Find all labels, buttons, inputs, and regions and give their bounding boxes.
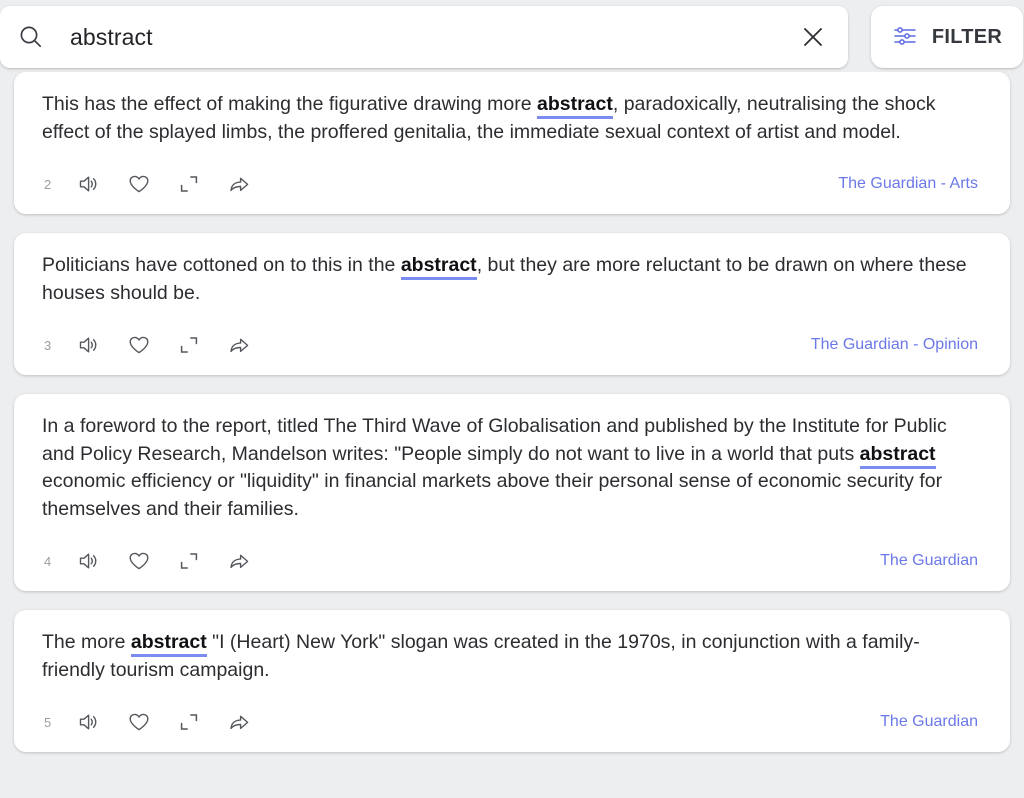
- speaker-icon[interactable]: [64, 328, 114, 362]
- speaker-icon[interactable]: [64, 705, 114, 739]
- result-card-3[interactable]: Politicians have cottoned on to this in …: [14, 233, 1010, 375]
- result-source[interactable]: The Guardian - Opinion: [811, 336, 982, 354]
- sentence-suffix: economic efficiency or "liquidity" in fi…: [42, 470, 942, 520]
- result-sentence: Politicians have cottoned on to this in …: [42, 252, 982, 307]
- keyword-highlight: abstract: [401, 254, 477, 280]
- result-index: 5: [42, 715, 64, 730]
- sentence-prefix: The more: [42, 631, 131, 653]
- speaker-icon[interactable]: [64, 167, 114, 201]
- card-actions: 2: [42, 164, 982, 204]
- expand-icon[interactable]: [164, 167, 214, 201]
- result-source[interactable]: The Guardian: [880, 713, 982, 731]
- result-card-2[interactable]: This has the effect of making the figura…: [14, 72, 1010, 214]
- search-icon: [16, 22, 46, 52]
- close-icon[interactable]: [796, 20, 830, 54]
- card-actions: 3: [42, 325, 982, 365]
- speaker-icon[interactable]: [64, 544, 114, 578]
- result-sentence: In a foreword to the report, titled The …: [42, 413, 982, 523]
- expand-icon[interactable]: [164, 705, 214, 739]
- sliders-icon: [892, 23, 918, 52]
- result-index: 3: [42, 338, 64, 353]
- search-header: FILTER: [0, 0, 1024, 72]
- share-icon[interactable]: [214, 167, 264, 201]
- result-sentence: This has the effect of making the figura…: [42, 91, 982, 146]
- results-list: This has the effect of making the figura…: [0, 72, 1024, 752]
- result-card-4[interactable]: In a foreword to the report, titled The …: [14, 394, 1010, 591]
- filter-label: FILTER: [932, 26, 1002, 49]
- share-icon[interactable]: [214, 544, 264, 578]
- search-input[interactable]: [68, 23, 796, 52]
- share-icon[interactable]: [214, 328, 264, 362]
- expand-icon[interactable]: [164, 544, 214, 578]
- heart-icon[interactable]: [114, 544, 164, 578]
- share-icon[interactable]: [214, 705, 264, 739]
- keyword-highlight: abstract: [537, 93, 613, 119]
- result-card-5[interactable]: The more abstract "I (Heart) New York" s…: [14, 610, 1010, 752]
- result-index: 4: [42, 554, 64, 569]
- result-source[interactable]: The Guardian - Arts: [838, 175, 982, 193]
- result-source[interactable]: The Guardian: [880, 552, 982, 570]
- sentence-prefix: This has the effect of making the figura…: [42, 93, 537, 115]
- sentence-prefix: In a foreword to the report, titled The …: [42, 415, 947, 465]
- card-actions: 5: [42, 702, 982, 742]
- expand-icon[interactable]: [164, 328, 214, 362]
- heart-icon[interactable]: [114, 167, 164, 201]
- heart-icon[interactable]: [114, 328, 164, 362]
- card-actions: 4: [42, 541, 982, 581]
- heart-icon[interactable]: [114, 705, 164, 739]
- result-index: 2: [42, 177, 64, 192]
- keyword-highlight: abstract: [860, 443, 936, 469]
- result-sentence: The more abstract "I (Heart) New York" s…: [42, 629, 982, 684]
- filter-button[interactable]: FILTER: [871, 6, 1023, 68]
- sentence-prefix: Politicians have cottoned on to this in …: [42, 254, 401, 276]
- search-bar[interactable]: [0, 6, 848, 68]
- keyword-highlight: abstract: [131, 631, 207, 657]
